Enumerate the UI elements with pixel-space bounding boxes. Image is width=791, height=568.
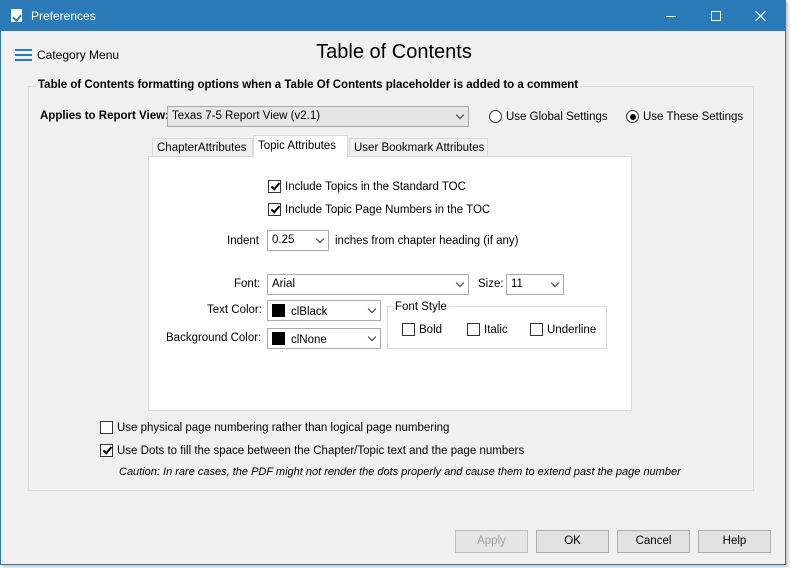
window-title: Preferences <box>31 9 96 23</box>
bold-label: Bold <box>419 323 443 336</box>
color-swatch <box>272 332 285 345</box>
text-color-value: clBlack <box>291 306 328 318</box>
use-dots-label: Use Dots to fill the space between the C… <box>117 444 525 457</box>
use-global-settings-radio[interactable]: Use Global Settings <box>489 110 608 123</box>
ok-button[interactable]: OK <box>536 530 609 553</box>
font-label: Font: <box>234 278 261 290</box>
maximize-button[interactable] <box>694 1 738 31</box>
indent-suffix-label: inches from chapter heading (if any) <box>335 235 519 247</box>
size-label: Size: <box>478 278 504 290</box>
font-select[interactable]: Arial <box>267 274 469 295</box>
use-these-settings-radio[interactable]: Use These Settings <box>626 110 743 123</box>
radio-indicator-selected <box>626 110 639 123</box>
chevron-down-icon <box>455 278 465 288</box>
indent-value: 0.25 <box>272 234 295 246</box>
indent-label: Indent <box>227 235 259 247</box>
use-these-settings-label: Use These Settings <box>643 110 744 123</box>
checkbox-checked <box>268 203 281 216</box>
text-color-select[interactable]: clBlack <box>267 300 381 321</box>
app-icon <box>11 9 22 22</box>
checkbox-unchecked <box>467 323 480 336</box>
use-dots-checkbox[interactable]: Use Dots to fill the space between the C… <box>100 444 524 457</box>
size-select[interactable]: 11 <box>506 274 564 295</box>
apply-button[interactable]: Apply <box>455 530 528 553</box>
include-page-numbers-label: Include Topic Page Numbers in the TOC <box>285 203 491 216</box>
preferences-window: Preferences Category Menu Table of Conte… <box>0 0 786 565</box>
group-caption: Table of Contents formatting options whe… <box>36 79 581 91</box>
report-view-value: Texas 7-5 Report View (v2.1) <box>172 110 321 122</box>
caution-note: Caution: In rare cases, the PDF might no… <box>119 466 681 478</box>
close-icon <box>755 10 767 22</box>
chevron-down-icon <box>367 332 377 342</box>
indent-select[interactable]: 0.25 <box>267 230 329 251</box>
physical-page-numbering-checkbox[interactable]: Use physical page numbering rather than … <box>100 421 449 434</box>
tab-label: ChapterAttributes <box>157 142 247 154</box>
chevron-down-icon <box>315 234 325 244</box>
background-color-select[interactable]: clNone <box>267 328 381 349</box>
applies-to-label: Applies to Report View: <box>40 110 169 122</box>
tab-label: Topic Attributes <box>258 140 336 152</box>
checkbox-unchecked <box>530 323 543 336</box>
background-color-value: clNone <box>291 334 327 346</box>
help-button[interactable]: Help <box>698 530 771 553</box>
report-view-select[interactable]: Texas 7-5 Report View (v2.1) <box>167 106 469 127</box>
title-bar[interactable]: Preferences <box>1 1 785 31</box>
size-value: 11 <box>511 278 523 290</box>
chevron-down-icon <box>550 278 560 288</box>
page-title: Table of Contents <box>316 41 472 63</box>
text-color-label: Text Color: <box>207 304 262 316</box>
font-value: Arial <box>272 278 296 290</box>
tab-label: User Bookmark Attributes <box>354 142 485 154</box>
tab-chapter-attributes[interactable]: ChapterAttributes <box>152 138 253 157</box>
background-color-label: Background Color: <box>166 332 262 344</box>
maximize-icon <box>711 11 721 21</box>
checkbox-unchecked <box>100 421 113 434</box>
chevron-down-icon <box>367 304 377 314</box>
underline-checkbox[interactable]: Underline <box>530 323 596 336</box>
physical-page-numbering-label: Use physical page numbering rather than … <box>117 421 450 434</box>
include-topics-label: Include Topics in the Standard TOC <box>285 180 466 193</box>
checkbox-checked <box>100 444 113 457</box>
font-style-caption: Font Style <box>393 301 449 313</box>
tab-topic-attributes[interactable]: Topic Attributes <box>253 135 348 158</box>
checkbox-unchecked <box>402 323 415 336</box>
italic-label: Italic <box>484 323 508 336</box>
italic-checkbox[interactable]: Italic <box>467 323 508 336</box>
cancel-button[interactable]: Cancel <box>617 530 690 553</box>
bold-checkbox[interactable]: Bold <box>402 323 442 336</box>
radio-indicator <box>489 110 502 123</box>
use-global-settings-label: Use Global Settings <box>506 110 608 123</box>
checkbox-checked <box>268 180 281 193</box>
tab-user-bookmark-attributes[interactable]: User Bookmark Attributes <box>349 138 488 157</box>
minimize-icon <box>666 15 676 17</box>
underline-label: Underline <box>547 323 597 336</box>
include-page-numbers-checkbox[interactable]: Include Topic Page Numbers in the TOC <box>268 203 490 216</box>
close-button[interactable] <box>739 1 783 31</box>
include-topics-checkbox[interactable]: Include Topics in the Standard TOC <box>268 180 466 193</box>
color-swatch <box>272 304 285 317</box>
chevron-down-icon <box>455 110 465 120</box>
minimize-button[interactable] <box>649 1 693 31</box>
